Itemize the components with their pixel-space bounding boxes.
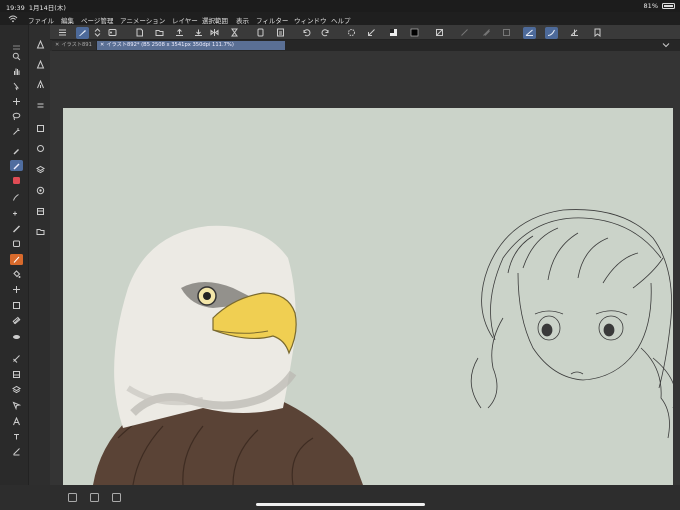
undo-icon[interactable] [301, 27, 312, 38]
menu-window[interactable]: ウィンドウ [294, 15, 327, 25]
menu-view[interactable]: 表示 [236, 15, 249, 25]
color-switch-icon[interactable] [388, 27, 399, 38]
drawing-canvas[interactable] [63, 108, 673, 485]
tool-palette [0, 25, 28, 510]
layers-icon[interactable] [35, 164, 46, 175]
folder-icon[interactable] [35, 226, 46, 237]
tab-illust-891[interactable]: ✕ イラスト891 [52, 41, 96, 50]
app-window: 19:39 1月14日(木) 81% ファイル 編集 ページ管理 アニメーション… [0, 0, 680, 510]
sub-tool-pen-icon[interactable] [35, 39, 46, 50]
clear-layer-icon[interactable] [255, 27, 266, 38]
menu-animation[interactable]: アニメーション [120, 15, 165, 25]
airbrush-icon[interactable] [10, 208, 23, 219]
navigator-icon[interactable] [35, 143, 46, 154]
eraser-icon[interactable] [10, 238, 23, 249]
snap-special-ruler-icon[interactable] [545, 26, 558, 39]
sub-tool-palette [28, 25, 50, 485]
layer-property-icon[interactable] [10, 369, 23, 380]
color-wheel-icon[interactable] [35, 185, 46, 196]
ios-status-bar: 19:39 1月14日(木) 81% [0, 0, 680, 12]
fit-screen-icon[interactable] [90, 493, 99, 502]
menu-layer[interactable]: レイヤー [172, 15, 198, 25]
menu-edit[interactable]: 編集 [61, 15, 74, 25]
menu-bar: ファイル 編集 ページ管理 アニメーション レイヤー 選択範囲 表示 フィルター… [0, 12, 680, 25]
balloon-icon[interactable] [10, 431, 23, 442]
hamburger-menu-icon[interactable] [57, 27, 68, 38]
menu-file[interactable]: ファイル [28, 15, 54, 25]
frame-border-icon[interactable] [10, 315, 23, 326]
bookmark-icon[interactable] [592, 27, 603, 38]
ruler-tool-icon[interactable] [10, 331, 23, 342]
move-layer-icon[interactable] [10, 96, 23, 107]
snap-ruler-icon[interactable] [523, 26, 536, 39]
home-indicator[interactable] [256, 503, 425, 506]
sub-tool-gpen-icon[interactable] [35, 79, 46, 90]
new-file-icon[interactable] [134, 27, 145, 38]
text-icon[interactable] [10, 416, 23, 427]
document-tab-bar: ✕ イラスト891 ✕ イラスト892* (B5 2508 x 3541px 350… [52, 40, 680, 51]
command-bar [0, 25, 680, 40]
pencil-icon[interactable] [10, 175, 23, 186]
layer-icon[interactable] [10, 384, 23, 395]
selection-pen-icon[interactable] [10, 400, 23, 411]
settings-dots-icon[interactable] [346, 27, 357, 38]
rotate-left-icon[interactable] [68, 493, 77, 502]
battery-percent: 81% [643, 2, 658, 10]
tab-label: イラスト891 [61, 42, 92, 48]
perspective-ruler-icon[interactable] [569, 27, 580, 38]
export-icon[interactable] [174, 27, 185, 38]
gallery-icon[interactable] [107, 27, 118, 38]
correct-line-icon[interactable] [10, 353, 23, 364]
hourglass-icon[interactable] [229, 27, 240, 38]
menu-help[interactable]: ヘルプ [331, 15, 351, 25]
blend-icon[interactable] [10, 254, 23, 265]
fill-icon[interactable] [10, 269, 23, 280]
transform-icon[interactable] [366, 27, 377, 38]
snap-grid-icon[interactable] [501, 27, 512, 38]
cut-icon[interactable] [275, 27, 286, 38]
tab-illust-892[interactable]: ✕ イラスト892* (B5 2508 x 3541px 350dpi 111.7… [97, 41, 285, 50]
material-icon[interactable] [35, 206, 46, 217]
snap-icon[interactable] [481, 27, 492, 38]
menu-page[interactable]: ページ管理 [81, 15, 113, 25]
wifi-cloud-icon[interactable] [8, 14, 18, 23]
menu-filter[interactable]: フィルター [256, 15, 288, 25]
zoom-icon[interactable] [10, 51, 23, 62]
tab-label: イラスト892* (B5 2508 x 3541px 350dpi 111.7%… [106, 42, 234, 48]
battery-icon [662, 3, 675, 9]
lasso-icon[interactable] [10, 111, 23, 122]
black-swatch-icon[interactable] [409, 27, 420, 38]
operation-icon[interactable] [10, 81, 23, 92]
gradient-icon[interactable] [10, 284, 23, 295]
save-icon[interactable] [193, 27, 204, 38]
sub-tool-settings-icon[interactable] [35, 100, 46, 111]
ruler-icon[interactable] [459, 27, 470, 38]
hand-icon[interactable] [10, 66, 23, 77]
line-icon[interactable] [10, 446, 23, 457]
full-screen-icon[interactable] [112, 493, 121, 502]
figure-icon[interactable] [10, 300, 23, 311]
status-time: 19:39 [6, 4, 25, 12]
status-date: 1月14日(木) [28, 4, 66, 12]
crop-icon[interactable] [434, 27, 445, 38]
chevron-down-icon[interactable] [662, 41, 670, 49]
decoration-icon[interactable] [10, 223, 23, 234]
bottom-bar [0, 485, 680, 510]
menu-selection[interactable]: 選択範囲 [202, 15, 228, 25]
pen-icon[interactable] [10, 160, 23, 171]
eyedropper-icon[interactable] [10, 145, 23, 156]
redo-icon[interactable] [320, 27, 331, 38]
illustration [93, 209, 673, 485]
tool-property-icon[interactable] [35, 123, 46, 134]
open-folder-icon[interactable] [154, 27, 165, 38]
status-time-date: 19:39 1月14日(木) [6, 2, 66, 12]
girl-sketch [470, 209, 673, 439]
sub-tool-marker-icon[interactable] [35, 59, 46, 70]
pen-tool-icon[interactable] [76, 26, 89, 39]
flip-icon[interactable] [209, 27, 220, 38]
updown-icon[interactable] [92, 27, 103, 38]
brush-icon[interactable] [10, 192, 23, 203]
auto-select-icon[interactable] [10, 126, 23, 137]
